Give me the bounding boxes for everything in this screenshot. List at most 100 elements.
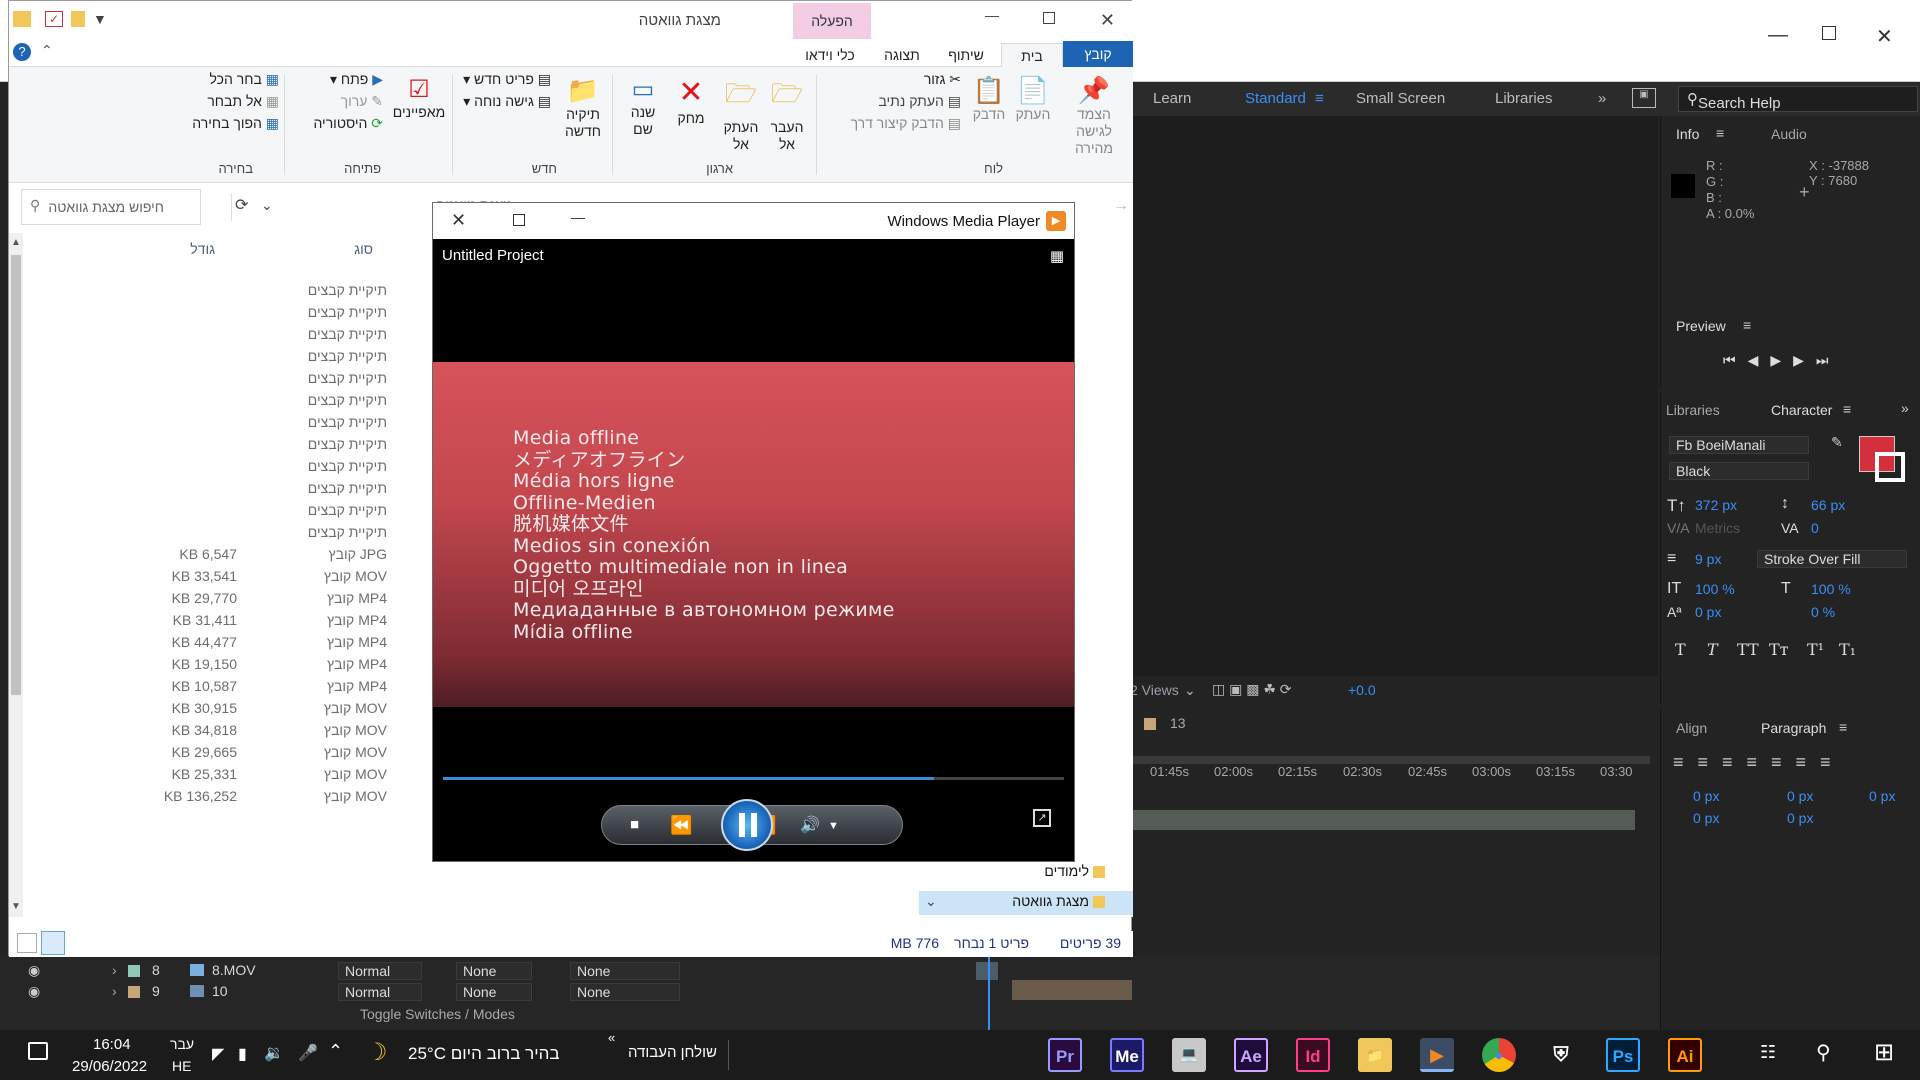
previous-button[interactable]: ⏪ <box>670 815 692 836</box>
quick-access-chevron-icon[interactable]: ▼ <box>93 11 107 27</box>
small-caps-button[interactable]: Tт <box>1769 640 1789 659</box>
superscript-button[interactable]: T¹ <box>1807 640 1824 659</box>
kerning-value[interactable]: Metrics <box>1695 520 1740 536</box>
font-size-value[interactable]: 372 px <box>1695 497 1737 513</box>
refresh-icon[interactable]: ⟳ <box>235 195 248 215</box>
expand-chevron-icon[interactable]: › <box>112 983 117 999</box>
playhead[interactable] <box>988 956 990 1030</box>
work-area-bar[interactable] <box>1130 756 1650 764</box>
all-caps-button[interactable]: TT <box>1737 640 1759 659</box>
security-shield-icon[interactable]: ⛨ <box>1544 1038 1578 1072</box>
tab-home[interactable]: בית <box>1001 43 1063 67</box>
language-bottom[interactable]: HE <box>172 1058 191 1074</box>
show-hidden-icons-icon[interactable]: ⌃ <box>328 1041 343 1062</box>
minimize-icon[interactable]: — <box>1768 24 1788 47</box>
chevron-right-icon[interactable]: » <box>1598 90 1606 107</box>
cut-button[interactable]: ✂ גזור <box>924 71 961 88</box>
column-header-size[interactable]: גודל <box>190 241 215 257</box>
fullscreen-icon[interactable]: ↗ <box>1033 809 1051 827</box>
expand-chevron-icon[interactable]: « <box>608 1030 615 1045</box>
indesign-icon[interactable]: Id <box>1296 1038 1330 1072</box>
volume-icon[interactable]: 🔊 <box>800 815 820 835</box>
layer-name[interactable]: 8.MOV <box>212 962 256 978</box>
open-button[interactable]: ▶ פתח ▾ <box>330 71 383 88</box>
weather-moon-icon[interactable]: ☽ <box>366 1038 388 1067</box>
speaker-icon[interactable]: 🔉 <box>264 1043 284 1063</box>
parent-select[interactable]: None <box>570 962 680 980</box>
expand-chevron-icon[interactable]: › <box>112 962 117 978</box>
stroke-color-swatch[interactable] <box>1875 452 1905 482</box>
pause-button[interactable] <box>721 799 773 851</box>
minimize-icon[interactable]: — <box>571 209 585 225</box>
tab-view[interactable]: תצוגה <box>871 43 933 67</box>
layer-row[interactable]: ◉ › 8 8.MOV Normal None None <box>0 962 720 982</box>
select-none-button[interactable]: ▦ אל תבחר <box>207 93 279 110</box>
move-to-button[interactable]: 🗁 העבר אל <box>765 75 809 153</box>
paragraph-tab[interactable]: Paragraph <box>1761 720 1826 736</box>
stroke-width-value[interactable]: 9 px <box>1695 551 1721 567</box>
character-tab[interactable]: Character <box>1771 402 1832 418</box>
eyedropper-icon[interactable]: ✎ <box>1831 434 1843 451</box>
laptop-app-icon[interactable]: 💻 <box>1172 1038 1206 1072</box>
scroll-down-icon[interactable]: ⌄ <box>925 893 937 910</box>
faux-italic-button[interactable]: T <box>1707 640 1718 659</box>
preview-controls-icon[interactable]: ⏮◀▶▶⏭ <box>1723 352 1841 369</box>
preview-tab[interactable]: Preview <box>1676 318 1726 334</box>
blend-mode-select[interactable]: Normal <box>338 962 422 980</box>
delete-button[interactable]: ✕ מחק <box>671 75 711 126</box>
clock-time[interactable]: 16:04 <box>93 1036 131 1053</box>
scroll-up-icon[interactable]: ▲ <box>11 237 21 248</box>
faux-bold-button[interactable]: T <box>1675 640 1686 659</box>
history-button[interactable]: ⟳ היסטוריה <box>313 115 383 132</box>
baseline-value[interactable]: 0 px <box>1695 604 1721 620</box>
vertical-scale-value[interactable]: 100 % <box>1695 581 1735 597</box>
new-item-button[interactable]: ▤ פריט חדש ▾ <box>463 71 551 88</box>
track-matte-select[interactable]: None <box>456 983 532 1001</box>
layer-row[interactable]: ◉ › 9 10 Normal None None <box>0 983 720 1003</box>
media-player-icon[interactable]: ▶ <box>1420 1038 1454 1072</box>
tab-file[interactable]: קובץ <box>1063 41 1133 67</box>
notifications-icon[interactable] <box>28 1042 48 1060</box>
search-input[interactable]: חיפוש מצגת גוואטה ⚲ <box>21 189 201 225</box>
select-all-button[interactable]: ▦ בחר הכל <box>210 71 279 88</box>
indent-left-value[interactable]: 0 px <box>1693 788 1719 804</box>
subscript-button[interactable]: T₁ <box>1839 640 1856 659</box>
minimize-icon[interactable]: — <box>985 7 999 23</box>
horizontal-scale-value[interactable]: 100 % <box>1811 581 1851 597</box>
copy-to-button[interactable]: 🗁 העתק אל <box>719 75 763 153</box>
breadcrumb-chevron-icon[interactable]: ⌄ <box>261 197 273 214</box>
layer-clip[interactable] <box>976 962 998 980</box>
search-icon[interactable]: ⚲ <box>1816 1040 1831 1065</box>
start-icon[interactable]: ⊞ <box>1874 1038 1894 1067</box>
audio-tab[interactable]: Audio <box>1771 126 1807 142</box>
close-icon[interactable]: ✕ <box>1100 10 1115 31</box>
invert-selection-button[interactable]: ▦ הפוך בחירה <box>192 115 279 132</box>
properties-icon[interactable]: ✓ <box>45 11 63 27</box>
label-color-icon[interactable] <box>128 965 140 977</box>
views-dropdown[interactable]: 2 Views <box>1130 682 1179 698</box>
properties-button[interactable]: ☑ מאפיינים <box>391 75 447 120</box>
maximize-icon[interactable] <box>1822 26 1836 40</box>
chevron-right-icon[interactable]: » <box>1901 400 1909 416</box>
new-folder-button[interactable]: 📁 תיקיה חדשה <box>561 75 605 140</box>
close-icon[interactable]: ✕ <box>451 210 466 231</box>
tab-video-tools[interactable]: כלי וידאו <box>791 43 869 67</box>
tracking-value[interactable]: 0 <box>1811 520 1819 536</box>
pin-quick-access-button[interactable]: 📌 הצמד לגישה מהירה <box>1063 75 1125 157</box>
tsume-value[interactable]: 0 % <box>1811 604 1835 620</box>
views-chevron-icon[interactable]: ⌄ <box>1184 682 1196 699</box>
forward-arrow-icon[interactable]: → <box>1113 197 1129 215</box>
workspace-standard[interactable]: Standard <box>1245 90 1306 107</box>
photoshop-icon[interactable]: Ps <box>1606 1038 1640 1072</box>
menu-icon[interactable]: ≡ <box>1743 317 1751 333</box>
nav-item-selected[interactable]: מצגת גוואטה ⌄ <box>919 891 1133 915</box>
align-tab[interactable]: Align <box>1676 720 1707 736</box>
scroll-down-icon[interactable]: ▼ <box>11 901 21 912</box>
easy-access-button[interactable]: ▤ גישה נוחה ▾ <box>463 93 551 110</box>
font-style-select[interactable]: Black <box>1669 462 1809 480</box>
info-tab[interactable]: Info <box>1676 126 1699 142</box>
folder-icon[interactable] <box>71 11 85 27</box>
font-family-select[interactable]: Fb BoeiManali <box>1669 436 1809 454</box>
volume-chevron-icon[interactable]: ▼ <box>828 820 839 832</box>
copy-button[interactable]: 📄 העתק <box>1013 75 1053 122</box>
